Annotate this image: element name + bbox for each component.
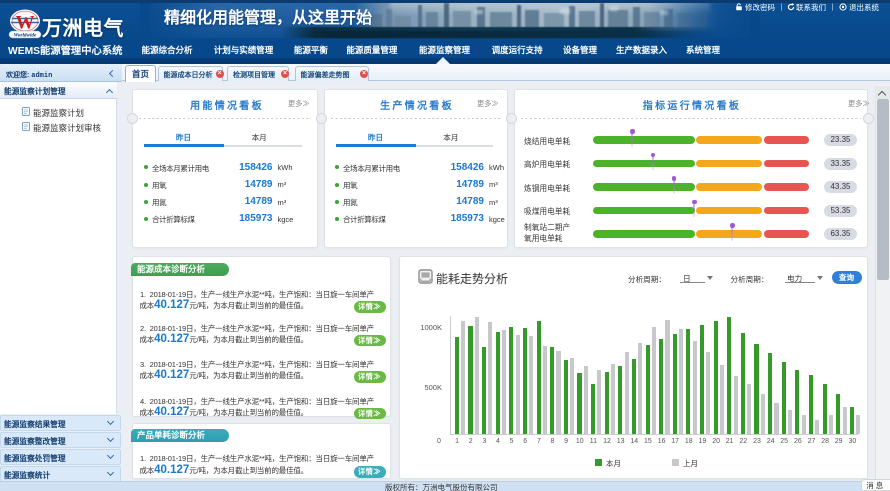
svg-text:W: W <box>16 13 35 34</box>
svg-text:Worldwide: Worldwide <box>14 32 37 38</box>
